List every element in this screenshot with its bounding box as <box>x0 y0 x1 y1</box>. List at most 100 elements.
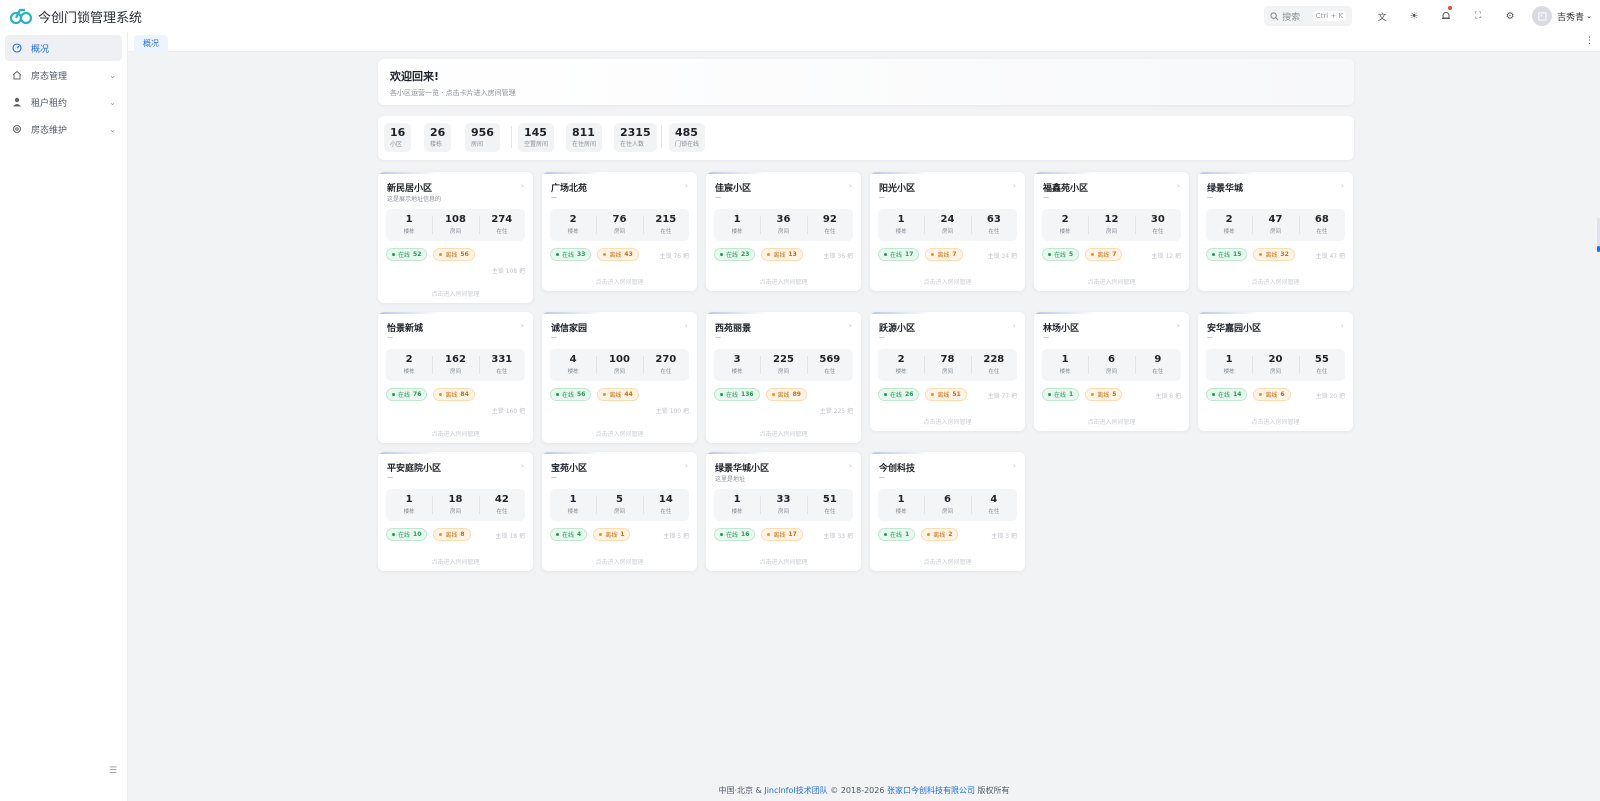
image-icon <box>1538 11 1547 21</box>
tab-overview[interactable]: 概况 <box>134 35 168 52</box>
community-card[interactable]: 阳光小区 — › 1 楼栋 24 房间 63 在住 在线 17 离线 7 主锁 24 把点击进入房间管理 <box>870 172 1025 291</box>
top-bar: 今创门锁管理系统 搜索 Ctrl + K 文 ☀ ⛶ ⚙ 吉秀青 ⌄ <box>0 0 1600 32</box>
community-address: — <box>879 334 885 341</box>
metric-label: 房间 <box>449 369 461 375</box>
metric-label: 房间 <box>1105 369 1117 375</box>
metric-value: 1 <box>405 214 413 225</box>
community-address: — <box>1207 334 1213 341</box>
online-badge: 在线 10 <box>386 528 428 541</box>
community-card[interactable]: 广场北苑 — › 2 楼栋 76 房间 215 在住 在线 33 离线 43 主锁 76 把点击进入房间管… <box>542 172 697 291</box>
sidebar-item-room-status[interactable]: 房态管理 ⌄ <box>5 62 122 88</box>
status-dot <box>439 253 443 256</box>
card-hint: 点击进入房间管理 <box>759 431 808 438</box>
lock-count: 主锁 20 把 <box>1315 393 1345 400</box>
lock-status-badges: 在线 17 离线 7 <box>878 248 963 261</box>
status-dot <box>1091 253 1095 256</box>
community-card[interactable]: 新民居小区 这是展示地址信息的 › 1 楼栋 108 房间 274 在住 在线 52 离线 56 主锁 1… <box>378 172 533 303</box>
stat-label: 在住人数 <box>620 141 645 148</box>
metric-residents: 68 在住 <box>1298 209 1345 241</box>
theme-toggle-button[interactable]: ☀ <box>1398 0 1430 32</box>
welcome-subtitle: 各小区运营一览 · 点击卡片进入房间管理 <box>390 89 516 97</box>
badge-label: 离线 <box>609 252 622 259</box>
chevron-right-icon: › <box>848 181 852 190</box>
metric-value: 68 <box>1314 214 1329 225</box>
online-badge: 在线 5 <box>1042 248 1080 261</box>
metric-label: 房间 <box>1269 229 1281 235</box>
community-card[interactable]: 今创科技 — › 1 楼栋 6 房间 4 在住 在线 1 离线 2 主锁 3 把点击进入房间管理 <box>870 452 1025 571</box>
status-dot <box>884 253 887 256</box>
search-input[interactable]: 搜索 Ctrl + K <box>1264 6 1353 26</box>
settings-button[interactable]: ⚙ <box>1494 0 1526 32</box>
metric-label: 楼栋 <box>403 229 415 235</box>
community-card[interactable]: 怡景新城 — › 2 楼栋 162 房间 331 在住 在线 76 离线 84 主锁 160 把点击进入房… <box>378 312 533 443</box>
community-card[interactable]: 平安庭院小区 — › 1 楼栋 18 房间 42 在住 在线 10 离线 8 主锁 18 把点击进入房间管… <box>378 452 533 571</box>
badge-count: 5 <box>1069 251 1074 258</box>
metric-label: 房间 <box>777 369 789 375</box>
gear-icon <box>11 123 23 135</box>
offline-badge: 离线 7 <box>925 248 963 261</box>
metric-label: 在住 <box>496 509 508 515</box>
community-card[interactable]: 绿景华城小区 这里是地址 › 1 楼栋 33 房间 51 在住 在线 16 离线 17 主锁 33 把点击… <box>706 452 861 571</box>
brand[interactable]: 今创门锁管理系统 <box>0 7 200 26</box>
community-card[interactable]: 佳宸小区 — › 1 楼栋 36 房间 92 在住 在线 23 离线 13 主锁 36 把点击进入房间管理 <box>706 172 861 291</box>
home-icon <box>11 69 23 81</box>
community-card[interactable]: 福鑫苑小区 — › 2 楼栋 12 房间 30 在住 在线 5 离线 7 主锁 12 把点击进入房间管理 <box>1034 172 1189 291</box>
collapse-sidebar-button[interactable]: ☰ <box>107 765 119 777</box>
status-dot <box>1212 253 1215 256</box>
community-card[interactable]: 诚信家园 — › 4 楼栋 100 房间 270 在住 在线 56 离线 44 主锁 100 把点击进入房… <box>542 312 697 443</box>
chevron-right-icon: › <box>1340 321 1344 330</box>
community-card[interactable]: 绿景华城 — › 2 楼栋 47 房间 68 在住 在线 15 离线 32 主锁 47 把点击进入房间管理 <box>1198 172 1353 291</box>
status-dot <box>1048 253 1051 256</box>
offline-badge: 离线 2 <box>921 528 959 541</box>
sidebar-item-tenants[interactable]: 租户租约 ⌄ <box>5 89 122 115</box>
badge-count: 44 <box>624 391 633 398</box>
community-address: — <box>551 334 557 341</box>
badge-count: 4 <box>577 531 582 538</box>
community-card[interactable]: 安华嘉园小区 — › 1 楼栋 20 房间 55 在住 在线 14 离线 6 主锁 20 把点击进入房间管… <box>1198 312 1353 431</box>
community-name: 宝苑小区 <box>551 464 588 474</box>
online-badge: 在线 14 <box>1206 388 1248 401</box>
metric-value: 1 <box>897 494 905 505</box>
status-dot <box>556 393 559 396</box>
metric-value: 12 <box>1104 214 1119 225</box>
badge-label: 在线 <box>1218 392 1231 399</box>
badge-count: 89 <box>792 391 801 398</box>
sidebar-item-overview[interactable]: 概况 <box>5 35 122 61</box>
stat-occupied-rooms: 811 在住房间 <box>566 123 603 152</box>
offline-badge: 离线 1 <box>593 528 631 541</box>
metric-rooms: 78 房间 <box>924 349 970 381</box>
status-dot <box>884 533 887 536</box>
search-shortcut: Ctrl + K <box>1312 11 1347 21</box>
badge-count: 84 <box>460 391 469 398</box>
community-card[interactable]: 林场小区 — › 1 楼栋 6 房间 9 在住 在线 1 离线 5 主锁 6 把点击进入房间管理 <box>1034 312 1189 431</box>
notification-button[interactable] <box>1430 0 1462 32</box>
metric-residents: 274 在住 <box>478 209 525 241</box>
metric-label: 楼栋 <box>731 229 743 235</box>
lock-count: 主锁 24 把 <box>987 253 1017 260</box>
community-card[interactable]: 西苑丽景 — › 3 楼栋 225 房间 569 在住 在线 136 离线 89 主锁 225 把点击进入… <box>706 312 861 443</box>
stat-label: 房间 <box>471 141 484 148</box>
app-title: 今创门锁管理系统 <box>38 10 143 26</box>
badge-label: 在线 <box>1218 252 1231 259</box>
community-card[interactable]: 跃源小区 — › 2 楼栋 78 房间 228 在住 在线 26 离线 51 主锁 77 把点击进入房间管… <box>870 312 1025 431</box>
more-vertical-icon[interactable]: ⋮ <box>1585 36 1594 46</box>
sidebar-item-maintenance[interactable]: 房态维护 ⌄ <box>5 116 122 142</box>
fullscreen-button[interactable]: ⛶ <box>1462 0 1494 32</box>
footer-company-link[interactable]: 张家口今创科技有限公司 <box>887 785 975 796</box>
translate-button[interactable]: 文 <box>1366 0 1398 32</box>
stat-locks-online: 485 门锁在线 <box>669 123 706 152</box>
metric-label: 楼栋 <box>403 369 415 375</box>
status-dot <box>720 533 723 536</box>
metric-residents: 9 在住 <box>1134 349 1181 381</box>
footer-team-link[interactable]: JinclnfoI技术团队 <box>764 785 827 796</box>
chevron-right-icon: › <box>1176 321 1180 330</box>
metric-label: 在住 <box>824 509 836 515</box>
badge-count: 15 <box>1233 251 1242 258</box>
lock-count: 主锁 36 把 <box>823 253 853 260</box>
user-menu[interactable]: 吉秀青 ⌄ <box>1532 6 1592 26</box>
footer-copyright: © 2018-2026 <box>830 785 885 795</box>
stat-label: 小区 <box>390 141 403 148</box>
community-card[interactable]: 宝苑小区 — › 1 楼栋 5 房间 14 在住 在线 4 离线 1 主锁 5 把点击进入房间管理 <box>542 452 697 571</box>
sidebar-item-label: 概况 <box>31 44 50 55</box>
sidebar-item-label: 租户租约 <box>31 98 68 109</box>
